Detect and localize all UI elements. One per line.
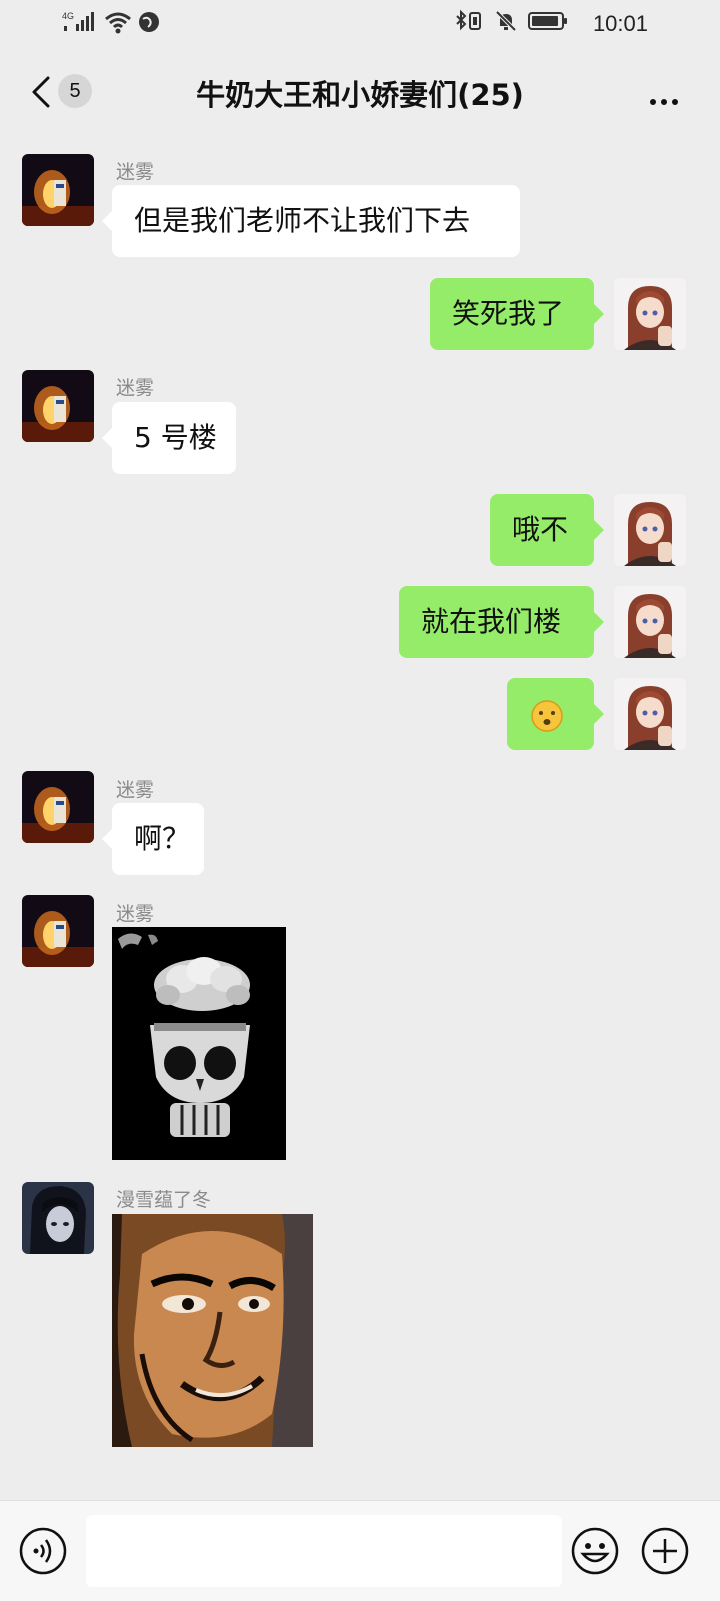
avatar-me[interactable] bbox=[614, 494, 686, 566]
voice-icon[interactable] bbox=[18, 1526, 68, 1576]
message-bubble[interactable]: 笑死我了 bbox=[430, 278, 604, 350]
avatar-miwu[interactable] bbox=[22, 771, 94, 843]
avatar-miwu[interactable] bbox=[22, 895, 94, 967]
message-list[interactable]: 迷雾 但是我们老师不让我们下去 笑死我了 迷雾 5 号楼 哦不 就在我们楼 迷雾… bbox=[0, 135, 720, 1495]
battery-icon bbox=[528, 12, 567, 30]
avatar-me[interactable] bbox=[614, 678, 686, 750]
mute-bell-icon bbox=[495, 10, 517, 32]
message-bubble[interactable]: 但是我们老师不让我们下去 bbox=[102, 185, 520, 257]
sender-name: 迷雾 bbox=[116, 377, 155, 399]
back-arrow-icon[interactable] bbox=[26, 72, 56, 112]
sender-name: 迷雾 bbox=[116, 161, 155, 183]
wifi-icon bbox=[105, 12, 131, 34]
bluetooth-vibrate-icon bbox=[456, 9, 481, 31]
frowning-face-icon bbox=[531, 700, 563, 732]
status-left: 4G bbox=[62, 10, 160, 34]
emoji-message-bubble[interactable]: 😦 bbox=[507, 678, 604, 750]
input-bar bbox=[0, 1500, 720, 1601]
message-bubble[interactable]: 哦不 bbox=[490, 494, 604, 566]
add-icon[interactable] bbox=[640, 1526, 690, 1576]
sender-name: 迷雾 bbox=[116, 779, 155, 801]
cellular-signal-icon: 4G bbox=[62, 11, 94, 31]
sticker-image-skull[interactable] bbox=[112, 927, 286, 1160]
message-input[interactable] bbox=[86, 1515, 562, 1587]
avatar-miwu[interactable] bbox=[22, 370, 94, 442]
avatar-me[interactable] bbox=[614, 278, 686, 350]
message-bubble[interactable]: 5 号楼 bbox=[102, 402, 236, 474]
more-options-icon[interactable] bbox=[650, 90, 686, 105]
message-bubble[interactable]: 啊？ bbox=[102, 803, 204, 875]
unread-count-badge[interactable]: 5 bbox=[58, 74, 92, 108]
avatar-manxue[interactable] bbox=[22, 1182, 94, 1254]
status-right bbox=[454, 9, 568, 33]
emoji-icon[interactable] bbox=[570, 1526, 620, 1576]
message-bubble[interactable]: 就在我们楼 bbox=[399, 586, 604, 658]
svg-text:4G: 4G bbox=[62, 11, 74, 21]
sticker-image-face[interactable] bbox=[112, 1214, 313, 1447]
chat-header: 5 牛奶大王和小娇妻们(25) bbox=[0, 56, 720, 132]
status-time: 10:01 bbox=[592, 11, 648, 36]
sender-name: 迷雾 bbox=[116, 903, 155, 925]
chat-title: 牛奶大王和小娇妻们(25) bbox=[196, 78, 524, 112]
status-bar: 4G 10:01 bbox=[0, 0, 720, 48]
sender-name: 漫雪蕴了冬 bbox=[116, 1189, 212, 1211]
globe-icon bbox=[139, 12, 159, 32]
avatar-me[interactable] bbox=[614, 586, 686, 658]
avatar-miwu[interactable] bbox=[22, 154, 94, 226]
